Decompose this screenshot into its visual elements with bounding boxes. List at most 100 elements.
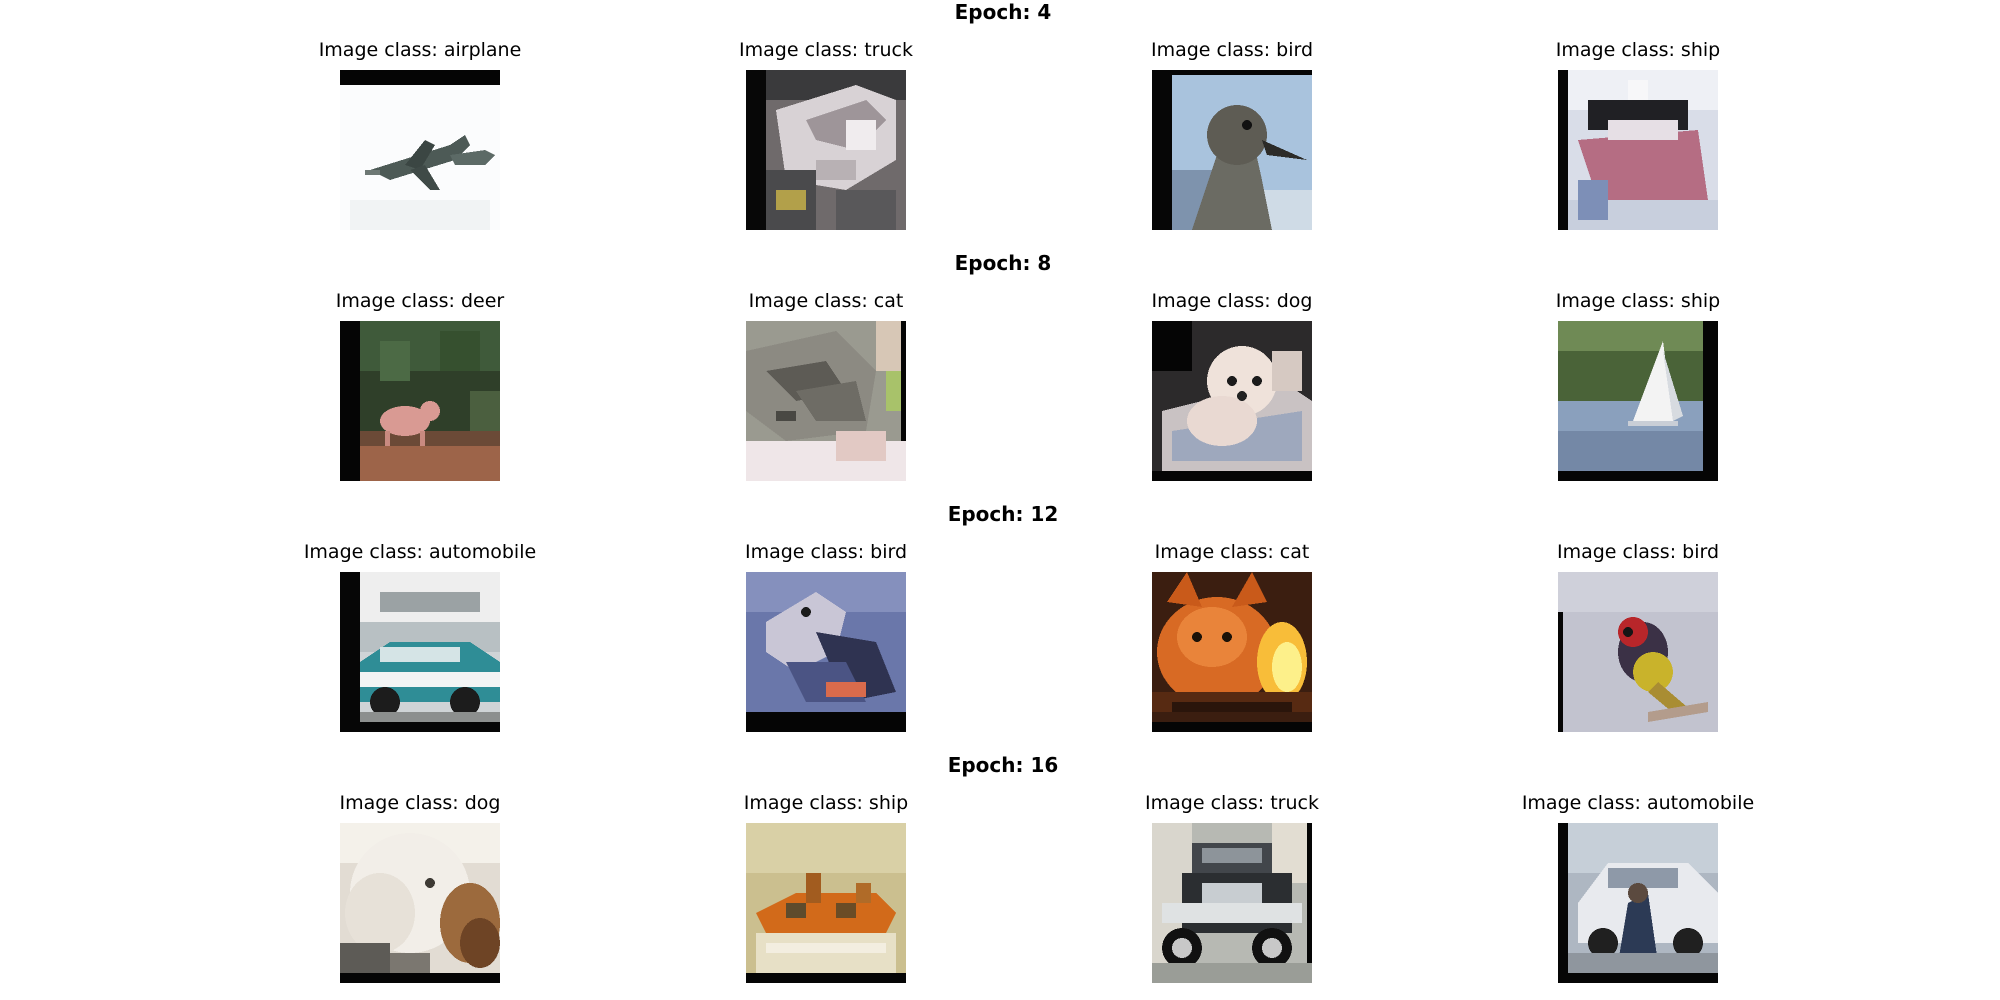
image-class-title: Image class: dog bbox=[339, 792, 501, 814]
image-region bbox=[1272, 642, 1302, 692]
image-region bbox=[425, 878, 435, 888]
image-class-title: Image class: automobile bbox=[1521, 792, 1755, 814]
image-region bbox=[856, 883, 871, 903]
image-region bbox=[746, 823, 906, 873]
image-cell: Image class: bird bbox=[1082, 38, 1382, 230]
image-region bbox=[360, 712, 500, 722]
image-region bbox=[1222, 632, 1232, 642]
image-region bbox=[836, 903, 856, 918]
image-region bbox=[1152, 722, 1312, 732]
image-cell: Image class: truck bbox=[676, 38, 976, 230]
image-region bbox=[350, 200, 490, 230]
image-region bbox=[1703, 321, 1718, 481]
image-region bbox=[1152, 70, 1172, 230]
image-cell: Image class: automobile bbox=[270, 540, 570, 732]
image-region bbox=[1187, 396, 1257, 446]
image-region bbox=[786, 903, 806, 918]
sample-image bbox=[1558, 70, 1718, 230]
image-cell: Image class: cat bbox=[676, 289, 976, 481]
image-region bbox=[420, 431, 425, 446]
image-region bbox=[876, 321, 901, 371]
image-region bbox=[1558, 321, 1703, 351]
sample-image bbox=[340, 70, 500, 230]
image-region bbox=[1623, 627, 1633, 637]
image-cell: Image class: ship bbox=[1488, 38, 1788, 230]
epoch-title: Epoch: 16 bbox=[947, 753, 1059, 777]
sample-image bbox=[746, 572, 906, 732]
image-region bbox=[345, 873, 415, 953]
image-region bbox=[360, 441, 500, 481]
image-class-title: Image class: bird bbox=[1150, 39, 1314, 61]
image-region bbox=[1558, 351, 1703, 401]
image-cell: Image class: bird bbox=[676, 540, 976, 732]
sample-image bbox=[746, 70, 906, 230]
image-region bbox=[1172, 702, 1292, 712]
sample-image bbox=[340, 321, 500, 481]
image-cell: Image class: bird bbox=[1488, 540, 1788, 732]
sample-image bbox=[340, 572, 500, 732]
image-region bbox=[1202, 848, 1262, 863]
image-region bbox=[1177, 607, 1247, 667]
image-class-title: Image class: deer bbox=[335, 290, 505, 312]
image-region bbox=[886, 371, 901, 411]
image-class-title: Image class: bird bbox=[744, 541, 908, 563]
image-class-title: Image class: cat bbox=[748, 290, 904, 312]
image-region bbox=[766, 943, 886, 953]
image-region bbox=[1252, 376, 1262, 386]
epoch-title: Epoch: 12 bbox=[947, 502, 1059, 526]
image-class-title: Image class: ship bbox=[1555, 290, 1721, 312]
image-region bbox=[1262, 938, 1282, 958]
image-region bbox=[746, 70, 766, 230]
image-region bbox=[1558, 572, 1718, 612]
image-region bbox=[340, 973, 500, 983]
image-region bbox=[380, 592, 480, 612]
image-region bbox=[340, 943, 390, 973]
image-region bbox=[1152, 471, 1312, 481]
image-cell: Image class: dog bbox=[1082, 289, 1382, 481]
image-class-title: Image class: automobile bbox=[303, 541, 537, 563]
sample-image bbox=[746, 321, 906, 481]
epoch-title: Epoch: 8 bbox=[954, 251, 1052, 275]
image-region bbox=[1628, 883, 1648, 903]
image-region bbox=[1578, 180, 1608, 220]
image-region bbox=[1172, 938, 1192, 958]
image-region bbox=[1237, 391, 1247, 401]
image-cell: Image class: dog bbox=[270, 791, 570, 983]
image-region bbox=[1568, 953, 1718, 973]
sample-image bbox=[1152, 321, 1312, 481]
image-region bbox=[1152, 963, 1312, 983]
image-class-title: Image class: airplane bbox=[318, 39, 522, 61]
image-region bbox=[1192, 632, 1202, 642]
image-region bbox=[365, 170, 380, 175]
sample-image bbox=[1558, 823, 1718, 983]
image-class-title: Image class: truck bbox=[1145, 792, 1319, 814]
image-cell: Image class: automobile bbox=[1488, 791, 1788, 983]
image-cell: Image class: deer bbox=[270, 289, 570, 481]
sample-image bbox=[1558, 321, 1718, 481]
image-region bbox=[776, 190, 806, 210]
sample-image bbox=[746, 823, 906, 983]
image-region bbox=[460, 918, 500, 968]
image-region bbox=[1558, 973, 1718, 983]
image-cell: Image class: airplane bbox=[270, 38, 570, 230]
image-cell: Image class: ship bbox=[1488, 289, 1788, 481]
image-region bbox=[380, 341, 410, 381]
image-region bbox=[1633, 652, 1673, 692]
image-class-title: Image class: cat bbox=[1154, 541, 1310, 563]
image-region bbox=[420, 401, 440, 421]
image-region bbox=[846, 120, 876, 150]
image-region bbox=[380, 647, 460, 662]
image-class-title: Image class: ship bbox=[1555, 39, 1721, 61]
image-region bbox=[836, 190, 896, 230]
image-region bbox=[360, 431, 500, 446]
image-region bbox=[776, 411, 796, 421]
image-cell: Image class: truck bbox=[1082, 791, 1382, 983]
image-region bbox=[836, 431, 886, 461]
image-region bbox=[1152, 321, 1192, 371]
image-region bbox=[340, 321, 360, 481]
image-region bbox=[746, 712, 906, 732]
image-region bbox=[1558, 823, 1568, 983]
image-region bbox=[1558, 471, 1718, 481]
image-region bbox=[470, 391, 500, 431]
image-cell: Image class: cat bbox=[1082, 540, 1382, 732]
